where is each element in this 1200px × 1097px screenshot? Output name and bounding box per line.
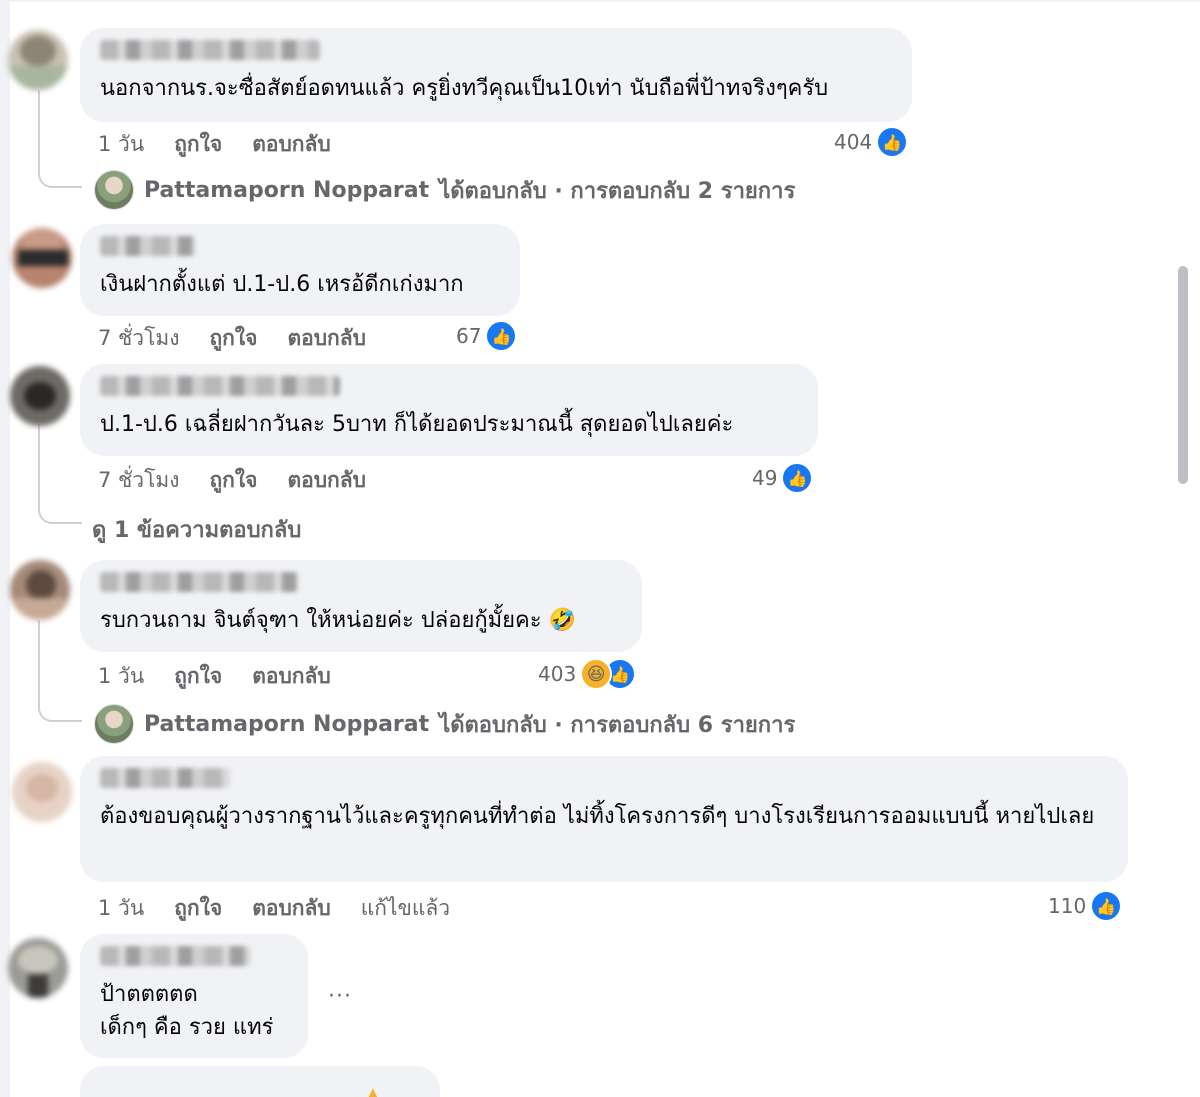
reaction-count: 67 [456,324,482,348]
reaction-count: 110 [1048,894,1087,918]
comment-text: นอกจากนร.จะซื่อสัตย์อดทนแล้ว ครูยิ่งทวีค… [100,76,829,101]
like-button[interactable]: ถูกใจ [209,464,257,497]
comment-text: ต้องขอบคุณผู้วางรากฐานไว้และครูทุกคนที่ท… [100,804,1095,829]
comment-text: ป.1-ป.6 เฉลี่ยฝากวันละ 5บาท ก็ได้ยอดประม… [100,412,734,437]
like-button[interactable]: ถูกใจ [174,128,222,161]
commenter-name[interactable] [100,40,320,60]
more-options-icon[interactable]: ··· [328,984,352,1009]
reaction-summary[interactable]: 49 👍 [752,462,814,494]
avatar[interactable] [8,30,68,90]
reply-summary-text: ได้ตอบกลับ · การตอบกลับ 6 รายการ [439,712,796,738]
view-replies-link[interactable]: Pattamaporn Nopparat ได้ตอบกลับ · การตอบ… [94,704,795,744]
reaction-icon: ▲ [366,1084,380,1097]
comment-time[interactable]: 1 วัน [98,660,144,693]
avatar[interactable] [12,228,72,288]
like-icon: 👍 [781,462,814,494]
thread-connector [38,702,82,722]
commenter-name[interactable] [100,768,230,788]
reply-summary-text: ได้ตอบกลับ · การตอบกลับ 2 รายการ [439,178,796,204]
comment-text: เงินฝากตั้งแต่ ป.1-ป.6 เหรอ้ดีกเก่งมาก [100,272,464,297]
commenter-name[interactable] [100,376,340,396]
thread-line [38,90,40,170]
reaction-summary[interactable]: 403 😆 👍 [538,658,637,690]
comment-bubble: ต้องขอบคุณผู้วางรากฐานไว้และครูทุกคนที่ท… [80,756,1128,882]
avatar[interactable] [12,762,72,822]
reaction-summary[interactable]: 67 👍 [456,320,518,352]
thread-connector [38,504,82,524]
commenter-name[interactable] [100,946,250,966]
thread-line [38,424,40,504]
like-icon: 👍 [1090,890,1123,922]
reply-button[interactable]: ตอบกลับ [287,322,366,355]
reaction-summary[interactable]: 110 👍 [1048,890,1123,922]
page-edge [0,0,10,1097]
comment-time[interactable]: 1 วัน [98,892,144,925]
comment-bubble: ป.1-ป.6 เฉลี่ยฝากวันละ 5บาท ก็ได้ยอดประม… [80,364,818,456]
comment-actions: 7 ชั่วโมง ถูกใจ ตอบกลับ [98,464,366,497]
commenter-name[interactable] [100,236,195,256]
avatar[interactable] [8,938,68,998]
comment-actions: 1 วัน ถูกใจ ตอบกลับ [98,128,331,161]
reply-button[interactable]: ตอบกลับ [252,128,331,161]
like-icon: 👍 [485,320,518,352]
reply-author-avatar [94,704,134,744]
thread-connector [38,168,82,188]
comment-text: รบกวนถาม จินต์จุฑา ให้หน่อยค่ะ ปล่อยกู้ม… [100,608,576,633]
avatar[interactable] [10,366,70,426]
reaction-count: 403 [538,662,577,686]
like-button[interactable]: ถูกใจ [174,660,222,693]
next-comment-bubble [80,1066,440,1097]
reaction-summary[interactable]: 404 👍 [834,126,909,158]
reaction-count: 404 [834,130,873,154]
comment-time[interactable]: 7 ชั่วโมง [98,322,179,355]
reply-author-name: Pattamaporn Nopparat [144,711,430,737]
comment-time[interactable]: 1 วัน [98,128,144,161]
scrollbar[interactable] [1178,266,1188,484]
avatar[interactable] [10,560,70,620]
like-button[interactable]: ถูกใจ [209,322,257,355]
comment-actions: 1 วัน ถูกใจ ตอบกลับ แก้ไขแล้ว [98,892,450,925]
comment-actions: 7 ชั่วโมง ถูกใจ ตอบกลับ [98,322,366,355]
comment-bubble: เงินฝากตั้งแต่ ป.1-ป.6 เหรอ้ดีกเก่งมาก [80,224,520,316]
comment-time[interactable]: 7 ชั่วโมง [98,464,179,497]
comment-actions: 1 วัน ถูกใจ ตอบกลับ [98,660,331,693]
reply-button[interactable]: ตอบกลับ [287,464,366,497]
comment-text-line-1: ป้าตตตตด [100,982,198,1007]
view-replies-link[interactable]: ดู 1 ข้อความตอบกลับ [92,512,301,547]
view-replies-link[interactable]: Pattamaporn Nopparat ได้ตอบกลับ · การตอบ… [94,170,795,210]
haha-icon: 😆 [580,658,613,690]
edited-label[interactable]: แก้ไขแล้ว [361,892,450,925]
reply-button[interactable]: ตอบกลับ [252,892,331,925]
comment-bubble: นอกจากนร.จะซื่อสัตย์อดทนแล้ว ครูยิ่งทวีค… [80,28,912,122]
like-button[interactable]: ถูกใจ [174,892,222,925]
reaction-count: 49 [752,466,778,490]
like-icon: 👍 [876,126,909,158]
view-replies-text: ดู 1 ข้อความตอบกลับ [92,518,302,543]
comment-bubble: ป้าตตตตด เด็กๆ คือ รวย แทร่ [80,934,308,1058]
reply-author-name: Pattamaporn Nopparat [144,177,430,203]
reply-button[interactable]: ตอบกลับ [252,660,331,693]
commenter-name[interactable] [100,572,298,592]
comment-bubble: รบกวนถาม จินต์จุฑา ให้หน่อยค่ะ ปล่อยกู้ม… [80,560,642,652]
top-divider [0,0,1200,2]
thread-line [38,620,40,702]
reply-author-avatar [94,170,134,210]
comment-text-line-2: เด็กๆ คือ รวย แทร่ [100,1015,274,1040]
